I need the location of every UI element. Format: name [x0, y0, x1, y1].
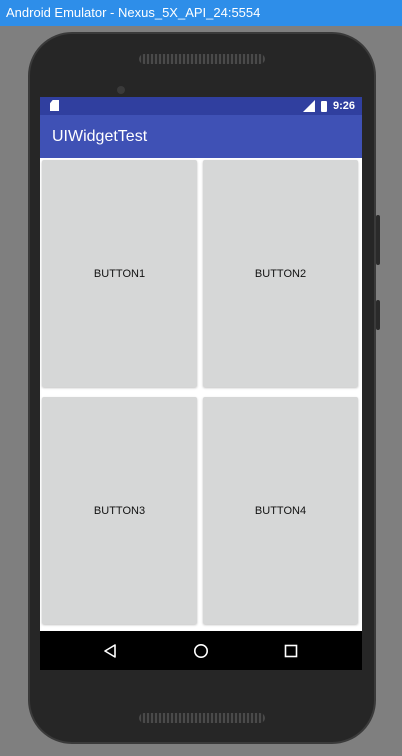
button-2[interactable]: BUTTON2	[203, 160, 358, 387]
sd-card-icon	[50, 100, 59, 111]
nav-back-button[interactable]	[90, 631, 130, 670]
button-1[interactable]: BUTTON1	[42, 160, 197, 387]
button-grid: BUTTON1 BUTTON2 BUTTON3 BUTTON4	[40, 158, 362, 631]
top-speaker-icon	[139, 54, 265, 64]
home-icon	[194, 643, 208, 658]
navigation-bar	[40, 631, 362, 670]
status-time: 9:26	[332, 100, 355, 112]
back-icon	[104, 643, 116, 658]
status-bar: 9:26	[40, 97, 362, 115]
battery-icon	[320, 100, 327, 112]
button-4[interactable]: BUTTON4	[203, 397, 358, 624]
app-title: UIWidgetTest	[52, 128, 148, 145]
bottom-speaker-icon	[139, 713, 265, 723]
button-3[interactable]: BUTTON3	[42, 397, 197, 624]
camera-icon	[117, 86, 125, 94]
window-title-bar: Android Emulator - Nexus_5X_API_24:5554	[0, 0, 402, 26]
nav-recents-button[interactable]	[271, 631, 311, 670]
recents-icon	[284, 644, 298, 657]
nav-home-button[interactable]	[181, 631, 221, 670]
power-button[interactable]	[376, 300, 380, 330]
window-title: Android Emulator - Nexus_5X_API_24:5554	[6, 5, 261, 20]
signal-icon	[302, 100, 315, 112]
app-bar: UIWidgetTest	[40, 115, 362, 158]
status-right: 9:26	[302, 97, 355, 115]
button-2-label: BUTTON2	[254, 267, 307, 280]
button-1-label: BUTTON1	[93, 267, 146, 280]
button-3-label: BUTTON3	[93, 504, 146, 517]
button-4-label: BUTTON4	[254, 504, 307, 517]
volume-button[interactable]	[376, 215, 380, 265]
device-screen: 9:26 UIWidgetTest BUTTON1 BUTTON2 BUTTON…	[40, 97, 362, 670]
